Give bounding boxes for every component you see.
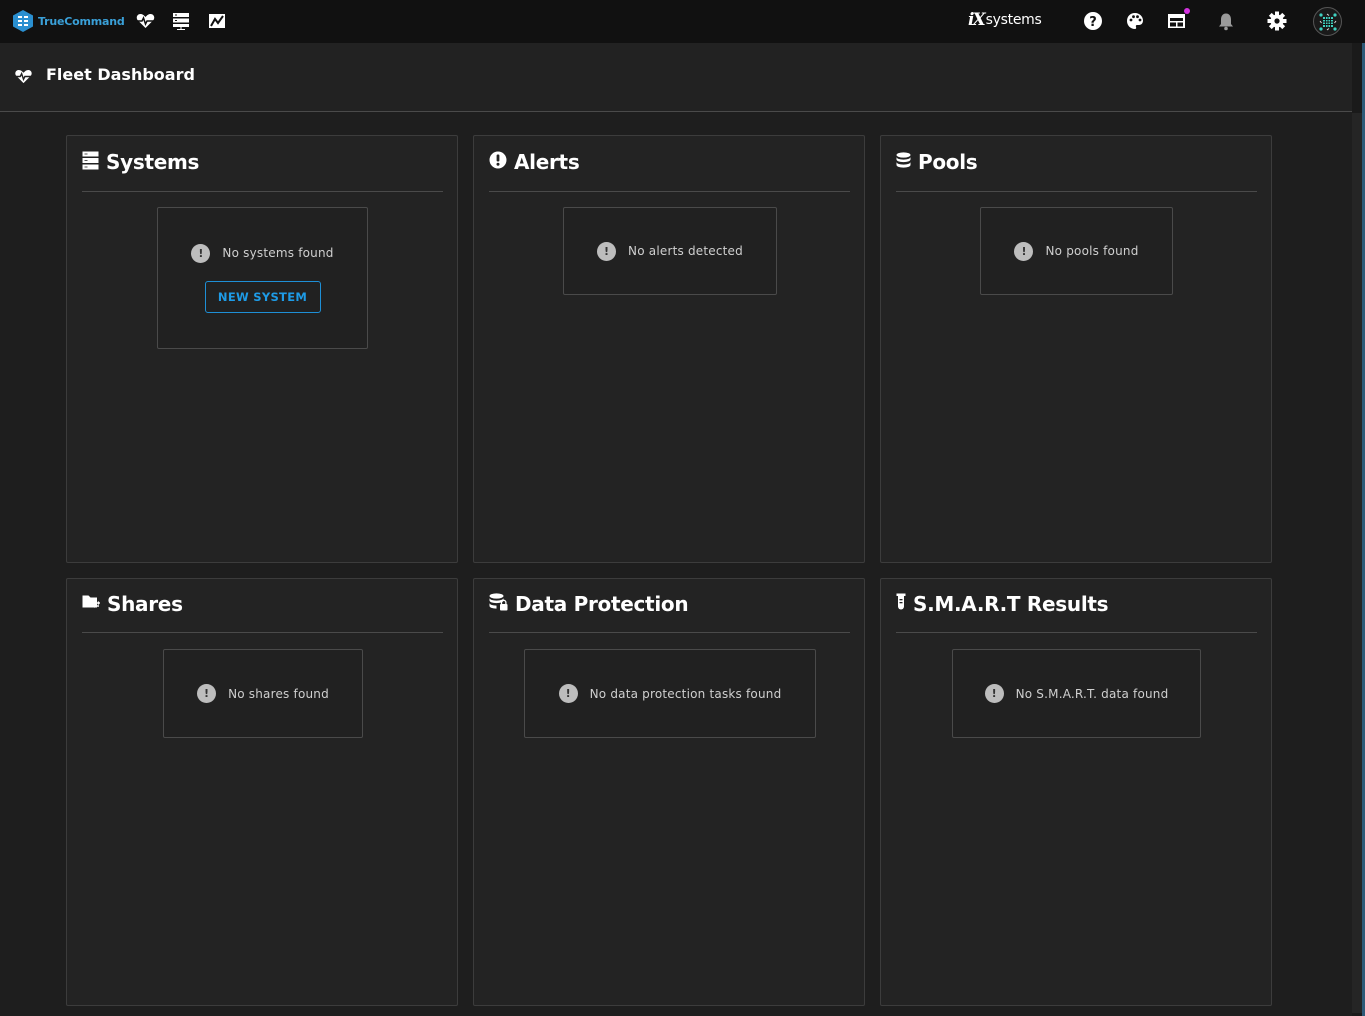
svg-text:?: ? — [1089, 15, 1097, 30]
notification-dot — [1184, 8, 1190, 14]
card-title: S.M.A.R.T Results — [913, 592, 1109, 616]
empty-state: ! No S.M.A.R.T. data found — [952, 649, 1201, 738]
card-title: Alerts — [514, 150, 580, 174]
notifications-bell-icon[interactable] — [1216, 11, 1236, 31]
card-pools: Pools ! No pools found — [880, 135, 1272, 563]
brand-name: TrueCommand — [38, 14, 125, 28]
card-title: Systems — [106, 150, 200, 174]
empty-message: No shares found — [228, 686, 329, 701]
ixsystems-logo[interactable]: iX systems — [968, 10, 1042, 30]
dashboard-heart-icon[interactable] — [135, 11, 155, 31]
warning-icon: ! — [197, 684, 217, 703]
divider — [82, 632, 443, 633]
new-system-button[interactable]: NEW SYSTEM — [204, 280, 321, 313]
empty-state: ! No alerts detected — [563, 207, 777, 295]
empty-message: No pools found — [1045, 244, 1139, 258]
database-icon — [896, 151, 911, 173]
test-tube-icon — [896, 593, 906, 615]
alert-circle-icon — [489, 151, 507, 173]
warning-icon: ! — [597, 241, 617, 261]
reports-chart-icon[interactable] — [207, 11, 227, 31]
empty-message: No S.M.A.R.T. data found — [1015, 686, 1169, 701]
empty-message: No alerts detected — [628, 244, 743, 258]
card-title: Shares — [107, 592, 183, 616]
page-header: Fleet Dashboard — [0, 43, 1352, 112]
dashboard-heart-icon — [14, 69, 33, 88]
card-title: Data Protection — [515, 592, 689, 616]
systems-server-icon[interactable] — [171, 11, 191, 31]
divider — [896, 632, 1257, 633]
news-calendar-icon[interactable] — [1166, 8, 1190, 31]
card-data-protection: Data Protection ! No data protection tas… — [473, 578, 865, 1006]
warning-icon: ! — [1014, 241, 1034, 261]
truecommand-logo[interactable]: TrueCommand — [12, 9, 125, 33]
folder-share-icon — [82, 594, 101, 614]
warning-icon: ! — [191, 243, 211, 263]
truecommand-logo-icon — [13, 10, 33, 32]
empty-state: ! No systems found NEW SYSTEM — [157, 207, 368, 349]
divider — [896, 191, 1257, 192]
scrollbar-thumb[interactable] — [1352, 113, 1362, 1013]
database-lock-icon — [489, 593, 508, 615]
empty-state: ! No pools found — [980, 207, 1173, 295]
card-systems: Systems ! No systems found NEW SYSTEM — [66, 135, 458, 563]
help-icon[interactable]: ? — [1083, 11, 1103, 31]
card-alerts: Alerts ! No alerts detected — [473, 135, 865, 563]
empty-message: No data protection tasks found — [589, 686, 782, 701]
user-avatar[interactable] — [1313, 7, 1342, 36]
card-shares: Shares ! No shares found — [66, 578, 458, 1006]
ix-badge: iX — [968, 10, 986, 30]
page-title: Fleet Dashboard — [46, 65, 195, 84]
card-smart-results: S.M.A.R.T Results ! No S.M.A.R.T. data f… — [880, 578, 1272, 1006]
divider — [489, 191, 850, 192]
card-title: Pools — [918, 150, 978, 174]
theme-palette-icon[interactable] — [1125, 11, 1145, 31]
divider — [489, 632, 850, 633]
warning-icon: ! — [984, 684, 1004, 703]
empty-state: ! No data protection tasks found — [524, 649, 816, 738]
ix-text: systems — [985, 12, 1042, 28]
empty-message: No systems found — [222, 246, 334, 260]
divider — [82, 191, 443, 192]
avatar-identicon-icon — [1318, 12, 1337, 31]
server-icon — [82, 151, 99, 174]
empty-state: ! No shares found — [163, 649, 363, 738]
top-bar: TrueCommand iX systems ? — [0, 0, 1365, 43]
warning-icon: ! — [558, 684, 578, 703]
settings-gear-icon[interactable] — [1267, 11, 1287, 31]
